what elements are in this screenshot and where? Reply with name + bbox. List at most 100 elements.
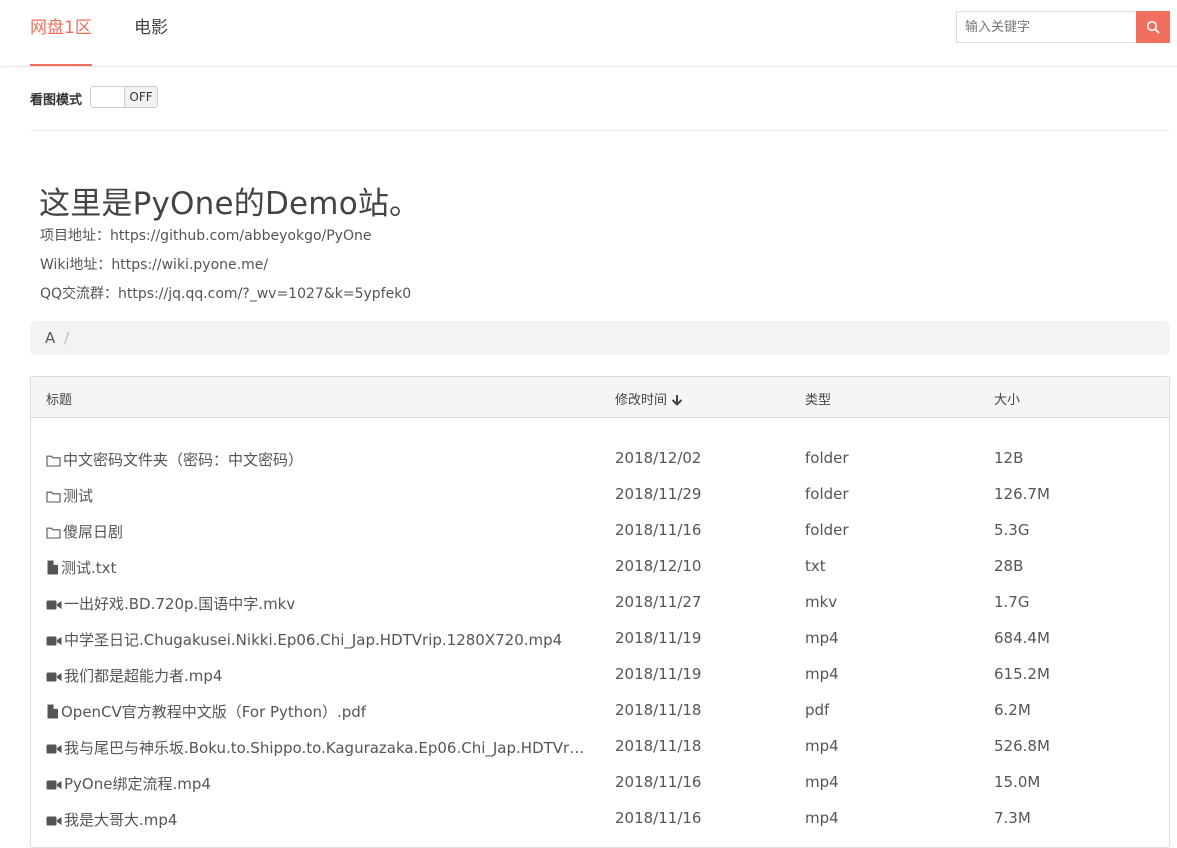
file-type: mp4 xyxy=(805,665,839,683)
file-name-cell[interactable]: OpenCV官方教程中文版（For Python）.pdf xyxy=(46,701,586,723)
table-row[interactable]: 中文密码文件夹（密码：中文密码） 2018/12/02 folder 12B xyxy=(31,441,1169,477)
divider xyxy=(30,130,1170,131)
file-name-cell[interactable]: 中文密码文件夹（密码：中文密码） xyxy=(46,449,586,471)
modified-date: 2018/12/02 xyxy=(615,449,702,467)
toggle-knob xyxy=(91,87,125,107)
file-icon xyxy=(46,704,59,723)
modified-date: 2018/11/18 xyxy=(615,701,702,719)
file-type: folder xyxy=(805,521,849,539)
file-name-cell[interactable]: 测试.txt xyxy=(46,557,586,579)
breadcrumb: A / xyxy=(30,321,1170,355)
modified-date: 2018/11/16 xyxy=(615,521,702,539)
file-size: 526.8M xyxy=(994,737,1050,755)
file-name: PyOne绑定流程.mp4 xyxy=(64,775,211,793)
file-size: 12B xyxy=(994,449,1024,467)
file-name-cell[interactable]: 我们都是超能力者.mp4 xyxy=(46,665,586,687)
modified-date: 2018/11/16 xyxy=(615,809,702,827)
intro-project-line: 项目地址：https://github.com/abbeyokgo/PyOne xyxy=(40,228,372,244)
search-input[interactable] xyxy=(956,11,1136,43)
search-form xyxy=(956,11,1170,43)
file-type: txt xyxy=(805,557,826,575)
file-name-cell[interactable]: 测试 xyxy=(46,485,586,507)
file-type: mp4 xyxy=(805,773,839,791)
table-row[interactable]: 一出好戏.BD.720p.国语中字.mkv 2018/11/27 mkv 1.7G xyxy=(31,585,1169,621)
file-table: 标题 修改时间 类型 大小 中文密码文件夹（密码：中文密码） 2018/12/02… xyxy=(30,376,1170,848)
modified-date: 2018/11/19 xyxy=(615,629,702,647)
folder-icon xyxy=(46,525,61,543)
modified-date: 2018/12/10 xyxy=(615,557,702,575)
table-row[interactable]: 我们都是超能力者.mp4 2018/11/19 mp4 615.2M xyxy=(31,657,1169,693)
file-size: 126.7M xyxy=(994,485,1050,503)
video-icon xyxy=(46,813,62,831)
file-name: OpenCV官方教程中文版（For Python）.pdf xyxy=(61,703,367,721)
modified-date: 2018/11/19 xyxy=(615,665,702,683)
breadcrumb-item[interactable]: A xyxy=(45,329,55,347)
video-icon xyxy=(46,741,62,759)
file-name-cell[interactable]: 傻屌日剧 xyxy=(46,521,586,543)
search-icon xyxy=(1146,20,1160,34)
column-title[interactable]: 标题 xyxy=(46,389,72,408)
intro-title: 这里是PyOne的Demo站。 xyxy=(39,186,421,222)
top-navbar: 网盘1区 电影 xyxy=(0,0,1177,67)
table-header: 标题 修改时间 类型 大小 xyxy=(31,377,1169,418)
file-type: mp4 xyxy=(805,629,839,647)
file-name-cell[interactable]: 一出好戏.BD.720p.国语中字.mkv xyxy=(46,593,586,615)
file-name-cell[interactable]: PyOne绑定流程.mp4 xyxy=(46,773,586,795)
view-mode-label: 看图模式 xyxy=(30,93,83,108)
column-modified-time-label: 修改时间 xyxy=(615,393,668,408)
sort-arrow-down-icon xyxy=(671,395,683,406)
modified-date: 2018/11/18 xyxy=(615,737,702,755)
file-name: 测试 xyxy=(63,487,94,505)
file-name: 一出好戏.BD.720p.国语中字.mkv xyxy=(64,595,296,613)
file-name-cell[interactable]: 我是大哥大.mp4 xyxy=(46,809,586,831)
intro-wiki-line: Wiki地址：https://wiki.pyone.me/ xyxy=(40,257,269,273)
file-size: 7.3M xyxy=(994,809,1031,827)
video-icon xyxy=(46,597,62,615)
breadcrumb-separator: / xyxy=(64,329,70,347)
column-modified-time[interactable]: 修改时间 xyxy=(615,389,683,408)
file-type: folder xyxy=(805,485,849,503)
column-size[interactable]: 大小 xyxy=(994,389,1020,408)
file-name-cell[interactable]: 我与尾巴与神乐坂.Boku.to.Shippo.to.Kagurazaka.Ep… xyxy=(46,737,586,759)
file-name: 傻屌日剧 xyxy=(63,523,124,541)
table-row[interactable]: 我是大哥大.mp4 2018/11/16 mp4 7.3M xyxy=(31,801,1169,837)
video-icon xyxy=(46,669,62,687)
modified-date: 2018/11/29 xyxy=(615,485,702,503)
file-name-cell[interactable]: 中学圣日记.Chugakusei.Nikki.Ep06.Chi_Jap.HDTV… xyxy=(46,629,586,651)
table-row[interactable]: PyOne绑定流程.mp4 2018/11/16 mp4 15.0M xyxy=(31,765,1169,801)
folder-icon xyxy=(46,489,61,507)
modified-date: 2018/11/27 xyxy=(615,593,702,611)
file-type: mp4 xyxy=(805,809,839,827)
file-size: 28B xyxy=(994,557,1024,575)
file-name: 我们都是超能力者.mp4 xyxy=(64,667,223,685)
table-row[interactable]: 测试.txt 2018/12/10 txt 28B xyxy=(31,549,1169,585)
file-size: 15.0M xyxy=(994,773,1041,791)
search-button[interactable] xyxy=(1136,11,1170,43)
file-name: 中文密码文件夹（密码：中文密码） xyxy=(63,451,304,469)
file-size: 6.2M xyxy=(994,701,1031,719)
video-icon xyxy=(46,777,62,795)
table-row[interactable]: OpenCV官方教程中文版（For Python）.pdf 2018/11/18 p… xyxy=(31,693,1169,729)
file-type: pdf xyxy=(805,701,830,719)
toggle-state-text: OFF xyxy=(125,87,157,107)
file-name: 测试.txt xyxy=(61,559,117,577)
file-size: 615.2M xyxy=(994,665,1050,683)
file-name: 我是大哥大.mp4 xyxy=(64,811,178,829)
tab-movies[interactable]: 电影 xyxy=(134,0,168,66)
video-icon xyxy=(46,633,62,651)
table-row[interactable]: 测试 2018/11/29 folder 126.7M xyxy=(31,477,1169,513)
file-type: mp4 xyxy=(805,737,839,755)
file-size: 684.4M xyxy=(994,629,1050,647)
folder-icon xyxy=(46,453,61,471)
file-type: folder xyxy=(805,449,849,467)
table-row[interactable]: 中学圣日记.Chugakusei.Nikki.Ep06.Chi_Jap.HDTV… xyxy=(31,621,1169,657)
modified-date: 2018/11/16 xyxy=(615,773,702,791)
table-row[interactable]: 傻屌日剧 2018/11/16 folder 5.3G xyxy=(31,513,1169,549)
table-row[interactable]: 我与尾巴与神乐坂.Boku.to.Shippo.to.Kagurazaka.Ep… xyxy=(31,729,1169,765)
file-size: 1.7G xyxy=(994,593,1030,611)
intro-qq-line: QQ交流群：https://jq.qq.com/?_wv=1027&k=5ypf… xyxy=(40,286,412,302)
view-mode-toggle[interactable]: OFF xyxy=(90,86,158,108)
tab-netdisk-1[interactable]: 网盘1区 xyxy=(30,0,92,66)
column-type[interactable]: 类型 xyxy=(805,389,831,408)
file-name: 我与尾巴与神乐坂.Boku.to.Shippo.to.Kagurazaka.Ep… xyxy=(64,739,586,757)
